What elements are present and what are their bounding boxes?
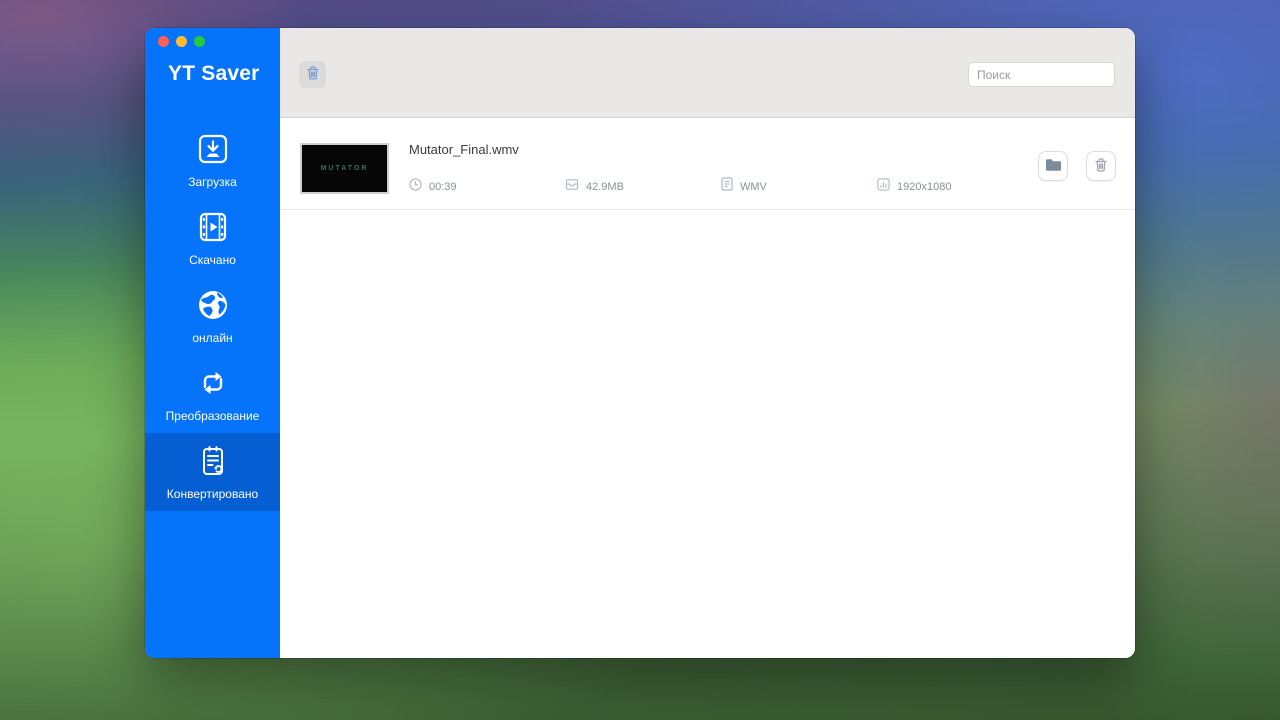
- app-title: YT Saver: [168, 62, 260, 86]
- clock-icon: [409, 178, 422, 196]
- convert-icon: [197, 367, 229, 399]
- converted-list-icon: [197, 445, 229, 477]
- sidebar-item-label: Загрузка: [188, 176, 237, 188]
- thumbnail-title-text: MUTATOR: [321, 165, 369, 172]
- sidebar-item-online[interactable]: онлайн: [145, 277, 280, 355]
- sidebar-item-label: Конвертировано: [167, 488, 258, 500]
- sidebar-item-label: Скачано: [189, 254, 236, 266]
- main-panel: MUTATOR Mutator_Final.wmv 00:39: [280, 28, 1135, 658]
- download-icon: [197, 133, 229, 165]
- file-row[interactable]: MUTATOR Mutator_Final.wmv 00:39: [280, 118, 1135, 210]
- globe-icon: [197, 289, 229, 321]
- resolution-value: 1920x1080: [897, 181, 951, 193]
- sidebar-item-downloaded[interactable]: Скачано: [145, 199, 280, 277]
- file-list: MUTATOR Mutator_Final.wmv 00:39: [280, 118, 1135, 658]
- file-name: Mutator_Final.wmv: [409, 142, 519, 157]
- sidebar-item-download[interactable]: Загрузка: [145, 121, 280, 199]
- trash-icon: [305, 65, 321, 84]
- toolbar: [280, 28, 1135, 118]
- sidebar-item-label: онлайн: [192, 332, 232, 344]
- meta-duration: 00:39: [409, 177, 565, 196]
- minimize-window-button[interactable]: [176, 36, 187, 47]
- size-value: 42.9MB: [586, 181, 624, 193]
- delete-all-button[interactable]: [299, 61, 326, 88]
- delete-file-button[interactable]: [1086, 151, 1116, 181]
- sidebar-item-converted[interactable]: Конвертировано: [145, 433, 280, 511]
- search-input[interactable]: [968, 62, 1115, 87]
- zoom-window-button[interactable]: [194, 36, 205, 47]
- sidebar-nav: Загрузка: [145, 121, 280, 511]
- sidebar-item-label: Преобразование: [166, 410, 260, 422]
- open-folder-icon: [1045, 158, 1062, 175]
- close-window-button[interactable]: [158, 36, 169, 47]
- format-value: WMV: [740, 181, 767, 193]
- downloaded-video-icon: [197, 211, 229, 243]
- trash-icon: [1093, 157, 1109, 176]
- open-folder-button[interactable]: [1038, 151, 1068, 181]
- document-icon: [721, 177, 733, 196]
- meta-format: WMV: [721, 177, 877, 196]
- duration-value: 00:39: [429, 181, 457, 193]
- meta-resolution: 1920x1080: [877, 177, 1033, 196]
- storage-box-icon: [565, 178, 579, 196]
- sidebar: YT Saver Загрузка: [145, 28, 280, 658]
- video-thumbnail: MUTATOR: [300, 143, 389, 194]
- window-controls: [158, 36, 205, 47]
- resolution-chart-icon: [877, 178, 890, 196]
- file-meta: 00:39 42.9MB: [409, 177, 1033, 196]
- sidebar-item-convert[interactable]: Преобразование: [145, 355, 280, 433]
- app-window: YT Saver Загрузка: [145, 28, 1135, 658]
- meta-size: 42.9MB: [565, 177, 721, 196]
